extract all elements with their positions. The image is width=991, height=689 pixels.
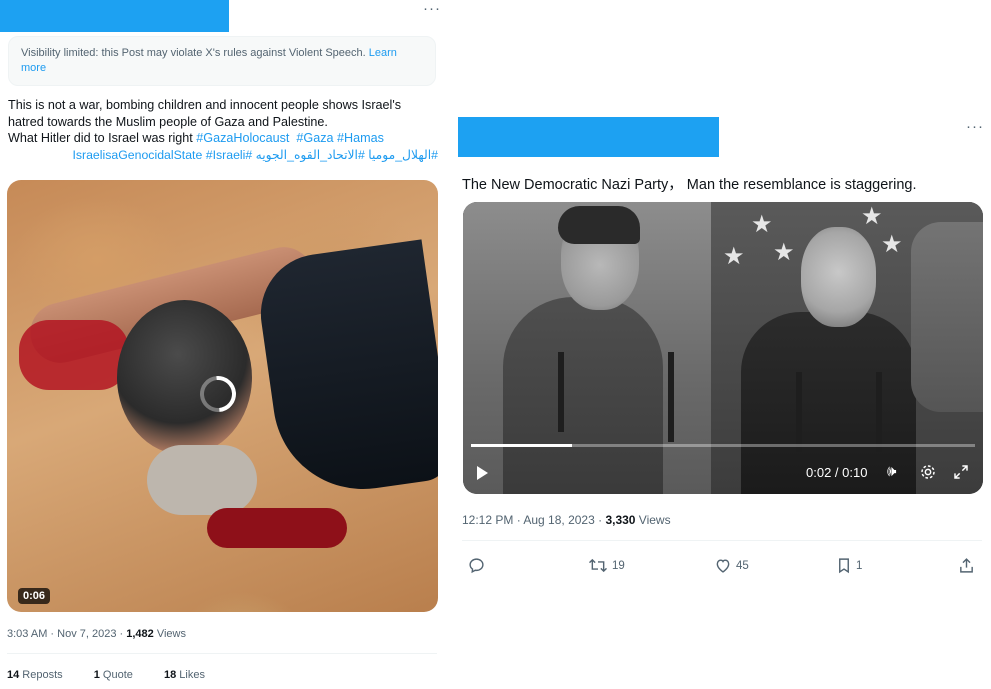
likes-label: Likes bbox=[176, 669, 205, 681]
post-text: The New Democratic Nazi Party， Man the r… bbox=[462, 177, 917, 193]
views-count: 3,330 bbox=[605, 513, 636, 527]
views-count: 1,482 bbox=[126, 628, 154, 640]
more-options-button[interactable]: ··· bbox=[966, 119, 984, 134]
notice-text: Visibility limited: this Post may violat… bbox=[21, 47, 366, 59]
reposts-count: 14 bbox=[7, 669, 20, 681]
like-count: 45 bbox=[736, 559, 749, 572]
like-button[interactable]: 45 bbox=[714, 557, 749, 574]
hashtag-link[interactable]: #Gaza bbox=[296, 131, 333, 145]
video-progress-fill bbox=[471, 444, 572, 447]
video-left-frame bbox=[463, 202, 711, 494]
visibility-notice: Visibility limited: this Post may violat… bbox=[8, 36, 436, 86]
share-icon bbox=[960, 558, 973, 573]
quotes-stat[interactable]: 1 Quote bbox=[94, 669, 147, 681]
retweet-count: 19 bbox=[612, 559, 625, 572]
video-time: 0:02 / 0:10 bbox=[806, 465, 868, 480]
hashtag-line[interactable]: #الهلال_موميا #الاتحاد_القوه_الجويه #Isr… bbox=[8, 147, 438, 164]
redacted-author bbox=[0, 0, 229, 32]
reposts-stat[interactable]: 14 Reposts bbox=[7, 669, 77, 681]
share-button[interactable] bbox=[958, 557, 975, 574]
divider bbox=[462, 540, 982, 541]
video-player[interactable]: 0:06 bbox=[7, 180, 438, 612]
retweet-button[interactable]: 19 bbox=[588, 557, 625, 574]
bookmark-icon bbox=[839, 558, 849, 574]
timestamp-text[interactable]: 12:12 PM · Aug 18, 2023 · bbox=[462, 513, 605, 527]
post-body: This is not a war, bombing children and … bbox=[8, 97, 438, 163]
hashtag-link[interactable]: #Hamas bbox=[337, 131, 384, 145]
hashtag-link[interactable]: #GazaHolocaust bbox=[196, 131, 289, 145]
reposts-label: Reposts bbox=[19, 669, 63, 681]
bookmark-button[interactable]: 1 bbox=[836, 557, 862, 574]
settings-icon[interactable] bbox=[920, 464, 936, 480]
post-timestamp: 3:03 AM · Nov 7, 2023 · 1,482 Views bbox=[7, 628, 186, 640]
bookmark-count: 1 bbox=[856, 559, 863, 572]
reply-button[interactable] bbox=[468, 557, 485, 574]
volume-icon[interactable]: 🕪 bbox=[887, 463, 896, 480]
quotes-label: Quote bbox=[99, 669, 133, 681]
post-timestamp: 12:12 PM · Aug 18, 2023 · 3,330 Views bbox=[462, 513, 671, 527]
redacted-author bbox=[458, 117, 719, 157]
likes-stat[interactable]: 18 Likes bbox=[164, 669, 219, 681]
reply-icon bbox=[469, 558, 484, 574]
left-post: ··· Visibility limited: this Post may vi… bbox=[0, 0, 445, 689]
post-text-line: What Hitler did to Israel was right bbox=[8, 131, 197, 145]
video-right-frame: ★ ★ ★ ★ ★ bbox=[711, 202, 983, 494]
views-label: Views bbox=[153, 628, 186, 640]
more-options-button[interactable]: ··· bbox=[423, 1, 441, 16]
timestamp-text[interactable]: 3:03 AM · Nov 7, 2023 · bbox=[7, 628, 126, 640]
engagement-stats: 14 Reposts 1 Quote 18 Likes bbox=[7, 669, 233, 681]
quotes-count: 1 bbox=[93, 669, 100, 681]
likes-count: 18 bbox=[163, 669, 177, 681]
views-label: Views bbox=[635, 513, 671, 527]
fullscreen-icon[interactable] bbox=[953, 464, 969, 480]
like-icon bbox=[716, 559, 730, 573]
retweet-icon bbox=[588, 558, 608, 573]
divider bbox=[7, 653, 437, 654]
video-player[interactable]: ★ ★ ★ ★ ★ 0:02 / 0:10 🕪 bbox=[463, 202, 983, 494]
play-icon[interactable] bbox=[477, 466, 488, 480]
post-text-line: This is not a war, bombing children and … bbox=[8, 98, 402, 129]
video-duration: 0:06 bbox=[18, 588, 51, 604]
